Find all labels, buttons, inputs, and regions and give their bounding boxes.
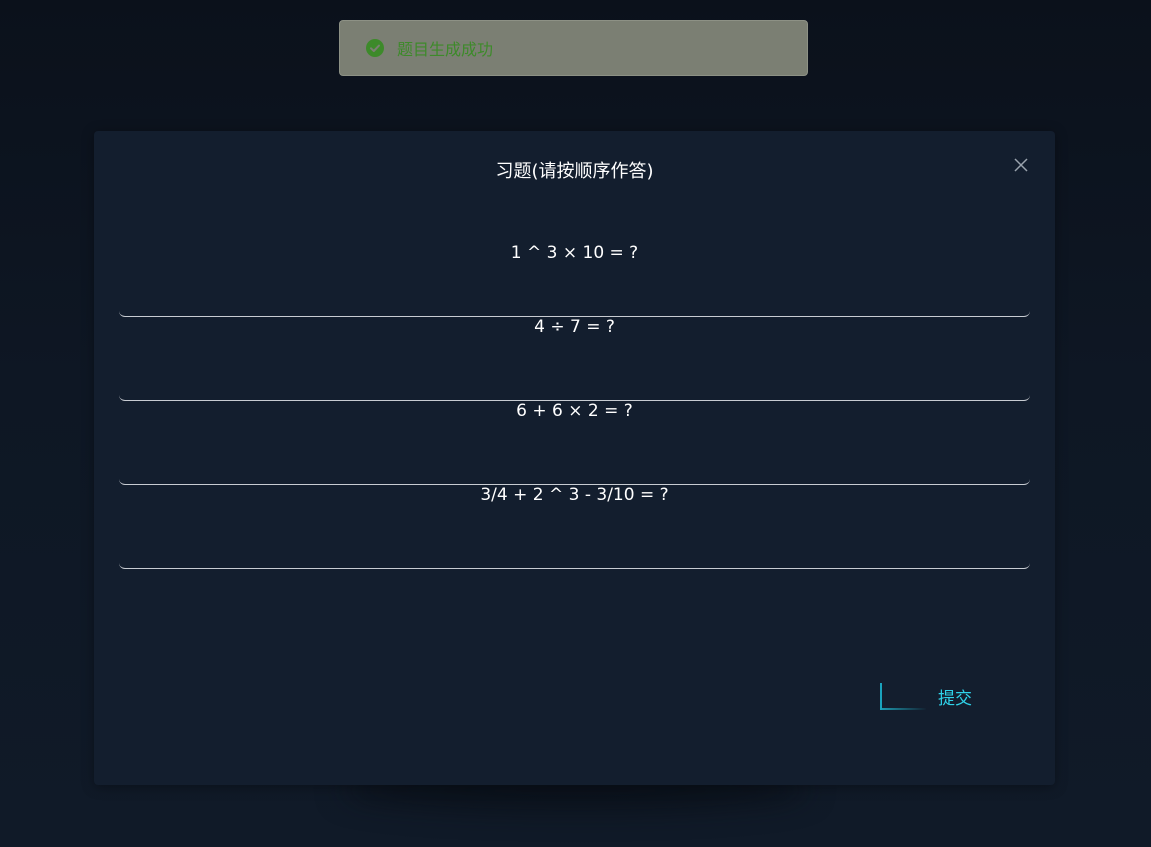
submit-button-frame xyxy=(880,683,926,710)
toast-message: 题目生成成功 xyxy=(397,40,494,59)
submit-button[interactable]: 提交 xyxy=(880,682,980,712)
question-text: 4 ÷ 7 = ? xyxy=(534,317,615,337)
success-toast: 题目生成成功 xyxy=(339,20,808,76)
submit-button-label: 提交 xyxy=(938,689,972,709)
question-item: 3/4 + 2 ^ 3 - 3/10 = ? xyxy=(119,485,1030,569)
dialog-title: 习题(请按顺序作答) xyxy=(495,161,654,182)
question-item: 6 + 6 × 2 = ? xyxy=(119,401,1030,485)
question-text: 6 + 6 × 2 = ? xyxy=(516,401,633,421)
question-text: 3/4 + 2 ^ 3 - 3/10 = ? xyxy=(480,485,669,505)
close-icon[interactable] xyxy=(1013,157,1029,173)
answer-input[interactable] xyxy=(119,529,1030,569)
question-item: 1 ^ 3 × 10 = ? xyxy=(119,243,1030,317)
check-circle-icon xyxy=(366,39,384,57)
answer-input[interactable] xyxy=(119,445,1030,485)
answer-input[interactable] xyxy=(119,277,1030,317)
submit-button-edge xyxy=(880,683,882,710)
exercise-dialog: 习题(请按顺序作答) 1 ^ 3 × 10 = ? 4 ÷ 7 = ? 6 + … xyxy=(94,131,1055,785)
question-item: 4 ÷ 7 = ? xyxy=(119,317,1030,401)
question-list: 1 ^ 3 × 10 = ? 4 ÷ 7 = ? 6 + 6 × 2 = ? 3… xyxy=(119,243,1030,569)
answer-input[interactable] xyxy=(119,361,1030,401)
question-text: 1 ^ 3 × 10 = ? xyxy=(510,243,639,263)
